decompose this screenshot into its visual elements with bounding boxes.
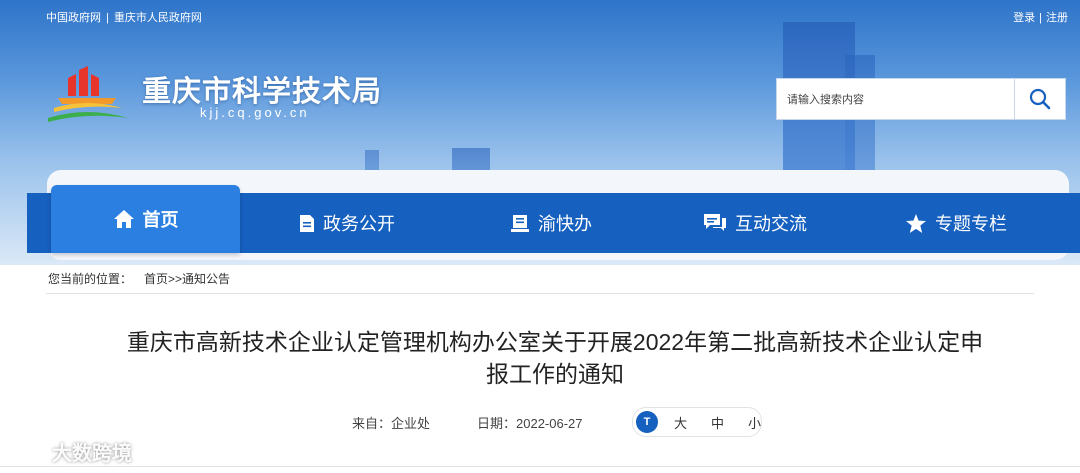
site-logo[interactable] [46, 62, 128, 124]
login-link[interactable]: 登录 [1013, 12, 1035, 24]
source-value: 企业处 [391, 416, 431, 431]
breadcrumb-path[interactable]: 首页>>通知公告 [144, 272, 230, 286]
document-icon [299, 214, 315, 233]
gov-link[interactable]: 中国政府网 [46, 12, 101, 24]
register-link[interactable]: 注册 [1046, 12, 1068, 24]
nav-item-label: 互动交流 [735, 214, 807, 234]
nav-home[interactable]: 首页 [51, 185, 240, 253]
font-size-switcher: T 大 中 小 [632, 407, 762, 437]
user-links: 登录 | 注册 [1013, 9, 1068, 25]
article-title: 重庆市高新技术企业认定管理机构办公室关于开展2022年第二批高新技术企业认定申 … [60, 326, 1050, 390]
book-icon [510, 214, 530, 233]
site-title[interactable]: 重庆市科学技术局 [142, 68, 382, 110]
source-label: 来自： [352, 416, 392, 431]
font-large-button[interactable]: 大 [674, 413, 687, 432]
divider [46, 293, 1034, 294]
article-title-line: 重庆市高新技术企业认定管理机构办公室关于开展2022年第二批高新技术企业认定申 [126, 329, 984, 355]
divider [0, 466, 1080, 467]
nav-special-topics[interactable]: 专题专栏 [905, 193, 1007, 253]
article-date: 日期：2022-06-27 [477, 413, 583, 432]
watermark-text: 大数跨境 [52, 443, 132, 465]
nav-interaction[interactable]: 互动交流 [703, 193, 807, 253]
nav-item-label: 专题专栏 [935, 214, 1007, 234]
article-title-line: 报工作的通知 [486, 361, 624, 387]
watermark: 大数跨境 [6, 437, 132, 466]
nav-item-label: 政务公开 [323, 214, 395, 234]
site-domain: kjj.cq.gov.cn [200, 105, 310, 120]
city-gov-link[interactable]: 重庆市人民政府网 [114, 12, 202, 24]
chat-icon [703, 213, 727, 233]
search-input[interactable] [785, 79, 1009, 121]
date-label: 日期： [477, 416, 517, 431]
article-source: 来自：企业处 [352, 413, 430, 432]
watermark-logo-icon [7, 441, 48, 462]
font-size-icon: T [636, 411, 658, 433]
search-icon [1029, 88, 1051, 110]
nav-home-label: 首页 [142, 210, 179, 230]
date-value: 2022-06-27 [516, 416, 583, 431]
link-separator: | [1039, 12, 1042, 24]
nav-yukuaiban[interactable]: 渝快办 [510, 193, 592, 253]
nav-government-affairs[interactable]: 政务公开 [299, 193, 395, 253]
search-box [776, 78, 1066, 121]
search-button[interactable] [1014, 79, 1065, 119]
font-medium-button[interactable]: 中 [711, 413, 724, 432]
nav-item-label: 渝快办 [538, 214, 592, 234]
breadcrumb-prefix: 您当前的位置： [48, 272, 133, 286]
font-small-button[interactable]: 小 [748, 413, 761, 432]
top-links: 中国政府网 | 重庆市人民政府网 [46, 9, 202, 25]
star-icon [905, 213, 927, 234]
home-icon [113, 209, 135, 229]
link-separator: | [106, 12, 109, 24]
breadcrumb: 您当前的位置： 首页>>通知公告 [48, 270, 230, 287]
main-nav: 首页 政务公开 渝快办 互动交流 专题专栏 [27, 185, 1080, 253]
